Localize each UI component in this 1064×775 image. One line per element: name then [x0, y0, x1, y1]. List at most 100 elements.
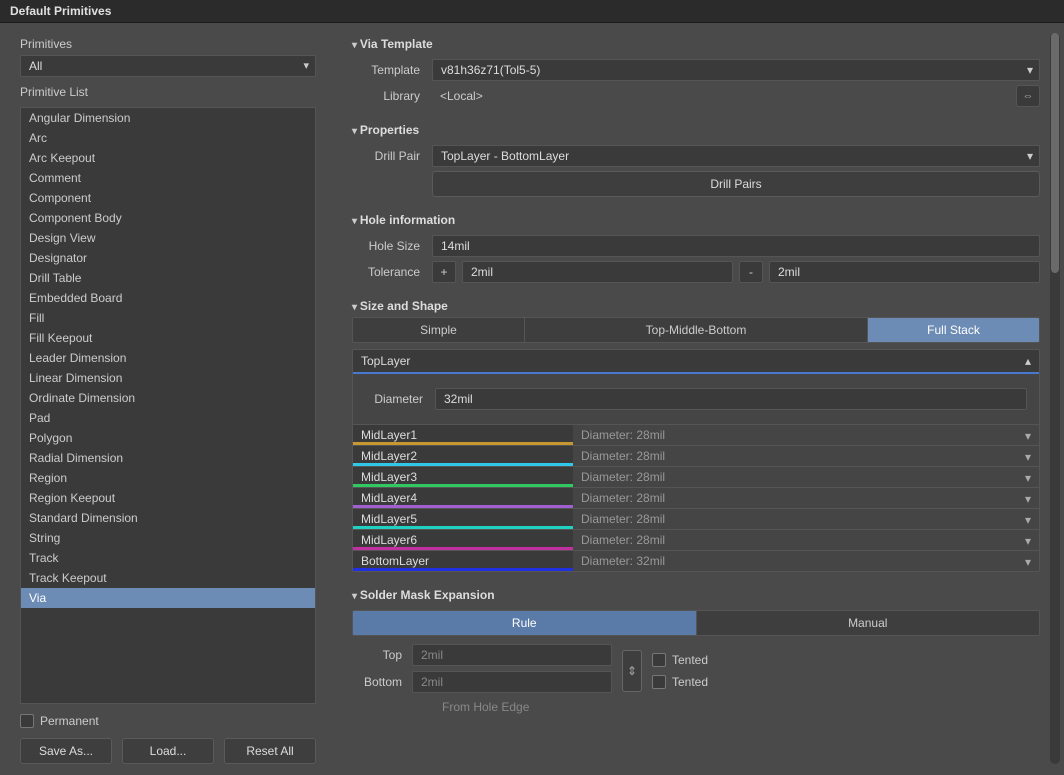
reset-all-button[interactable]: Reset All: [224, 738, 316, 764]
layer-diameter[interactable]: Diameter: 28mil: [573, 509, 1039, 529]
layer-name[interactable]: MidLayer1: [353, 425, 573, 445]
layer-diameter[interactable]: Diameter: 28mil: [573, 530, 1039, 550]
layer-name[interactable]: MidLayer3: [353, 467, 573, 487]
primitives-dropdown[interactable]: All: [20, 55, 316, 77]
list-item[interactable]: Arc Keepout: [21, 148, 315, 168]
template-label: Template: [352, 63, 432, 77]
title-bar: Default Primitives: [0, 0, 1064, 23]
layer-row[interactable]: MidLayer5Diameter: 28mil: [353, 508, 1039, 529]
layer-top-header[interactable]: TopLayer: [353, 350, 1039, 374]
tolerance-minus-sign: -: [739, 261, 763, 283]
list-item[interactable]: Via: [21, 588, 315, 608]
tented-bottom-checkbox[interactable]: [652, 675, 666, 689]
library-link-icon[interactable]: ⇔: [1016, 85, 1040, 107]
list-item[interactable]: String: [21, 528, 315, 548]
list-item[interactable]: Polygon: [21, 428, 315, 448]
tolerance-plus-input[interactable]: 2mil: [462, 261, 733, 283]
tab-full-stack[interactable]: Full Stack: [868, 318, 1039, 342]
layer-row[interactable]: MidLayer2Diameter: 28mil: [353, 445, 1039, 466]
save-as-button[interactable]: Save As...: [20, 738, 112, 764]
drill-pair-dropdown[interactable]: TopLayer - BottomLayer: [432, 145, 1040, 167]
layer-name[interactable]: MidLayer6: [353, 530, 573, 550]
diameter-input[interactable]: 32mil: [435, 388, 1027, 410]
left-panel: Primitives All Primitive List Angular Di…: [0, 23, 330, 774]
scrollbar[interactable]: [1050, 33, 1060, 764]
tolerance-minus-input[interactable]: 2mil: [769, 261, 1040, 283]
hole-size-input[interactable]: 14mil: [432, 235, 1040, 257]
tented-top-label: Tented: [672, 653, 708, 667]
template-dropdown[interactable]: v81h36z71(Tol5-5): [432, 59, 1040, 81]
via-template-header[interactable]: Via Template: [352, 33, 1040, 55]
list-item[interactable]: Design View: [21, 228, 315, 248]
list-item[interactable]: Angular Dimension: [21, 108, 315, 128]
list-item[interactable]: Embedded Board: [21, 288, 315, 308]
layer-row[interactable]: BottomLayerDiameter: 32mil: [353, 550, 1039, 571]
right-panel: Via Template Template v81h36z71(Tol5-5) …: [330, 23, 1064, 774]
layer-row[interactable]: MidLayer3Diameter: 28mil: [353, 466, 1039, 487]
primitive-list-label: Primitive List: [20, 85, 316, 99]
sm-top-input[interactable]: 2mil: [412, 644, 612, 666]
layer-name[interactable]: MidLayer2: [353, 446, 573, 466]
scrollbar-thumb[interactable]: [1051, 33, 1059, 273]
list-item[interactable]: Designator: [21, 248, 315, 268]
list-item[interactable]: Standard Dimension: [21, 508, 315, 528]
drill-pairs-button[interactable]: Drill Pairs: [432, 171, 1040, 197]
list-item[interactable]: Pad: [21, 408, 315, 428]
layer-row[interactable]: MidLayer4Diameter: 28mil: [353, 487, 1039, 508]
list-item[interactable]: Linear Dimension: [21, 368, 315, 388]
tolerance-label: Tolerance: [352, 265, 432, 279]
primitive-list[interactable]: Angular DimensionArcArc KeepoutCommentCo…: [20, 107, 316, 704]
list-item[interactable]: Arc: [21, 128, 315, 148]
layer-row[interactable]: MidLayer6Diameter: 28mil: [353, 529, 1039, 550]
layer-diameter[interactable]: Diameter: 28mil: [573, 488, 1039, 508]
tolerance-plus-sign: +: [432, 261, 456, 283]
load-button[interactable]: Load...: [122, 738, 214, 764]
layer-color-stripe: [353, 484, 573, 487]
list-item[interactable]: Region Keepout: [21, 488, 315, 508]
layer-color-stripe: [353, 547, 573, 550]
layer-diameter[interactable]: Diameter: 32mil: [573, 551, 1039, 571]
library-label: Library: [352, 89, 432, 103]
layer-color-stripe: [353, 568, 573, 571]
tab-top-middle-bottom[interactable]: Top-Middle-Bottom: [525, 318, 868, 342]
list-item[interactable]: Radial Dimension: [21, 448, 315, 468]
tented-top-checkbox[interactable]: [652, 653, 666, 667]
permanent-checkbox[interactable]: [20, 714, 34, 728]
solder-mask-header[interactable]: Solder Mask Expansion: [352, 584, 1040, 606]
sm-bottom-label: Bottom: [352, 675, 412, 689]
list-item[interactable]: Ordinate Dimension: [21, 388, 315, 408]
list-item[interactable]: Component Body: [21, 208, 315, 228]
layer-color-stripe: [353, 526, 573, 529]
sm-bottom-input[interactable]: 2mil: [412, 671, 612, 693]
list-item[interactable]: Track Keepout: [21, 568, 315, 588]
hole-info-header[interactable]: Hole information: [352, 209, 1040, 231]
list-item[interactable]: Fill: [21, 308, 315, 328]
layer-diameter[interactable]: Diameter: 28mil: [573, 425, 1039, 445]
layer-stack: TopLayer Diameter 32mil MidLayer1Diamete…: [352, 349, 1040, 572]
properties-header[interactable]: Properties: [352, 119, 1040, 141]
permanent-label: Permanent: [40, 714, 99, 728]
list-item[interactable]: Comment: [21, 168, 315, 188]
list-item[interactable]: Component: [21, 188, 315, 208]
sm-top-label: Top: [352, 648, 412, 662]
list-item[interactable]: Leader Dimension: [21, 348, 315, 368]
layer-name[interactable]: MidLayer5: [353, 509, 573, 529]
layer-diameter[interactable]: Diameter: 28mil: [573, 467, 1039, 487]
list-item[interactable]: Track: [21, 548, 315, 568]
list-item[interactable]: Fill Keepout: [21, 328, 315, 348]
sm-tab-manual[interactable]: Manual: [697, 611, 1040, 635]
layer-name[interactable]: MidLayer4: [353, 488, 573, 508]
layer-row[interactable]: MidLayer1Diameter: 28mil: [353, 424, 1039, 445]
hole-size-label: Hole Size: [352, 239, 432, 253]
size-shape-header[interactable]: Size and Shape: [352, 295, 1040, 317]
layer-color-stripe: [353, 505, 573, 508]
primitives-label: Primitives: [20, 37, 316, 51]
sm-link-icon[interactable]: ⇕: [622, 650, 642, 692]
layer-name[interactable]: BottomLayer: [353, 551, 573, 571]
list-item[interactable]: Region: [21, 468, 315, 488]
tab-simple[interactable]: Simple: [353, 318, 525, 342]
layer-color-stripe: [353, 442, 573, 445]
list-item[interactable]: Drill Table: [21, 268, 315, 288]
layer-diameter[interactable]: Diameter: 28mil: [573, 446, 1039, 466]
sm-tab-rule[interactable]: Rule: [353, 611, 697, 635]
